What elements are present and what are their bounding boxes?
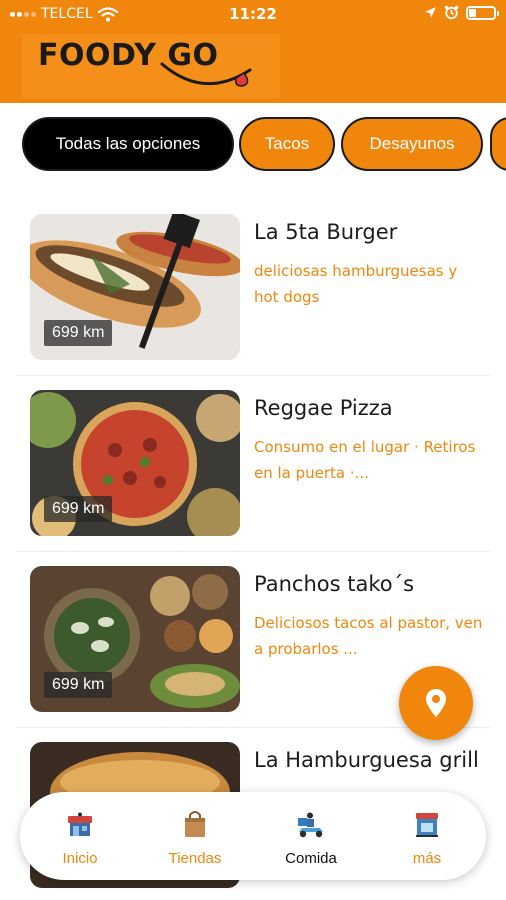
- restaurant-name: La Hamburguesa grill: [254, 748, 479, 772]
- category-chip-all[interactable]: Todas las opciones: [22, 117, 234, 171]
- delivery-scooter-icon: [298, 812, 323, 838]
- app-logo[interactable]: FOODY GO: [22, 34, 280, 98]
- map-pin-icon: [426, 689, 446, 717]
- alarm-icon: [444, 5, 459, 20]
- nav-item-inicio[interactable]: Inicio: [35, 806, 125, 868]
- nav-item-comida[interactable]: Comida: [266, 806, 356, 868]
- nav-label: Comida: [285, 850, 337, 867]
- chip-label: Desayunos: [369, 134, 455, 153]
- location-arrow-icon: [425, 7, 436, 18]
- restaurant-name: Panchos tako´s: [254, 572, 415, 596]
- restaurant-card[interactable]: 699 km Reggae Pizza Consumo en el lugar …: [16, 376, 490, 552]
- category-chips: Todas las opciones Tacos Desayunos: [0, 117, 506, 173]
- restaurant-card[interactable]: 699 km La 5ta Burger deliciosas hamburgu…: [16, 200, 490, 376]
- nav-label: Inicio: [62, 850, 98, 867]
- app-header: TELCEL 11:22 FOODY GO: [0, 0, 506, 103]
- chip-label: Tacos: [264, 134, 310, 153]
- category-chip-tacos[interactable]: Tacos: [239, 117, 335, 171]
- distance-badge: 699 km: [44, 672, 113, 698]
- chip-label: Todas las opciones: [55, 134, 201, 153]
- bottom-navigation: Inicio Tiendas Comida más: [20, 792, 486, 880]
- battery-icon: [466, 5, 499, 20]
- nav-item-mas[interactable]: más: [382, 806, 472, 868]
- shop-front-icon: [416, 813, 438, 837]
- smile-tongue-icon: [160, 62, 252, 87]
- distance-badge: 699 km: [44, 320, 113, 346]
- category-chip-more[interactable]: [490, 117, 506, 171]
- restaurant-name: La 5ta Burger: [254, 220, 398, 244]
- restaurant-name: Reggae Pizza: [254, 396, 393, 420]
- restaurant-description: Consumo en el lugar · Retiros en la puer…: [254, 438, 476, 482]
- nav-label: más: [412, 850, 442, 867]
- map-button[interactable]: [399, 666, 473, 740]
- restaurant-image: 699 km: [30, 214, 240, 360]
- home-store-icon: [68, 812, 92, 836]
- shopping-bag-icon: [185, 811, 205, 837]
- nav-label: Tiendas: [168, 850, 222, 867]
- status-bar: TELCEL 11:22: [0, 0, 506, 28]
- category-chip-desayunos[interactable]: Desayunos: [341, 117, 483, 171]
- restaurant-description: deliciosas hamburguesas y hot dogs: [254, 262, 458, 306]
- restaurant-image: 699 km: [30, 566, 240, 712]
- restaurant-image: 699 km: [30, 390, 240, 536]
- status-right: [424, 5, 499, 20]
- distance-badge: 699 km: [44, 496, 113, 522]
- nav-item-tiendas[interactable]: Tiendas: [150, 806, 240, 868]
- restaurant-description: Deliciosos tacos al pastor, ven a probar…: [254, 614, 483, 658]
